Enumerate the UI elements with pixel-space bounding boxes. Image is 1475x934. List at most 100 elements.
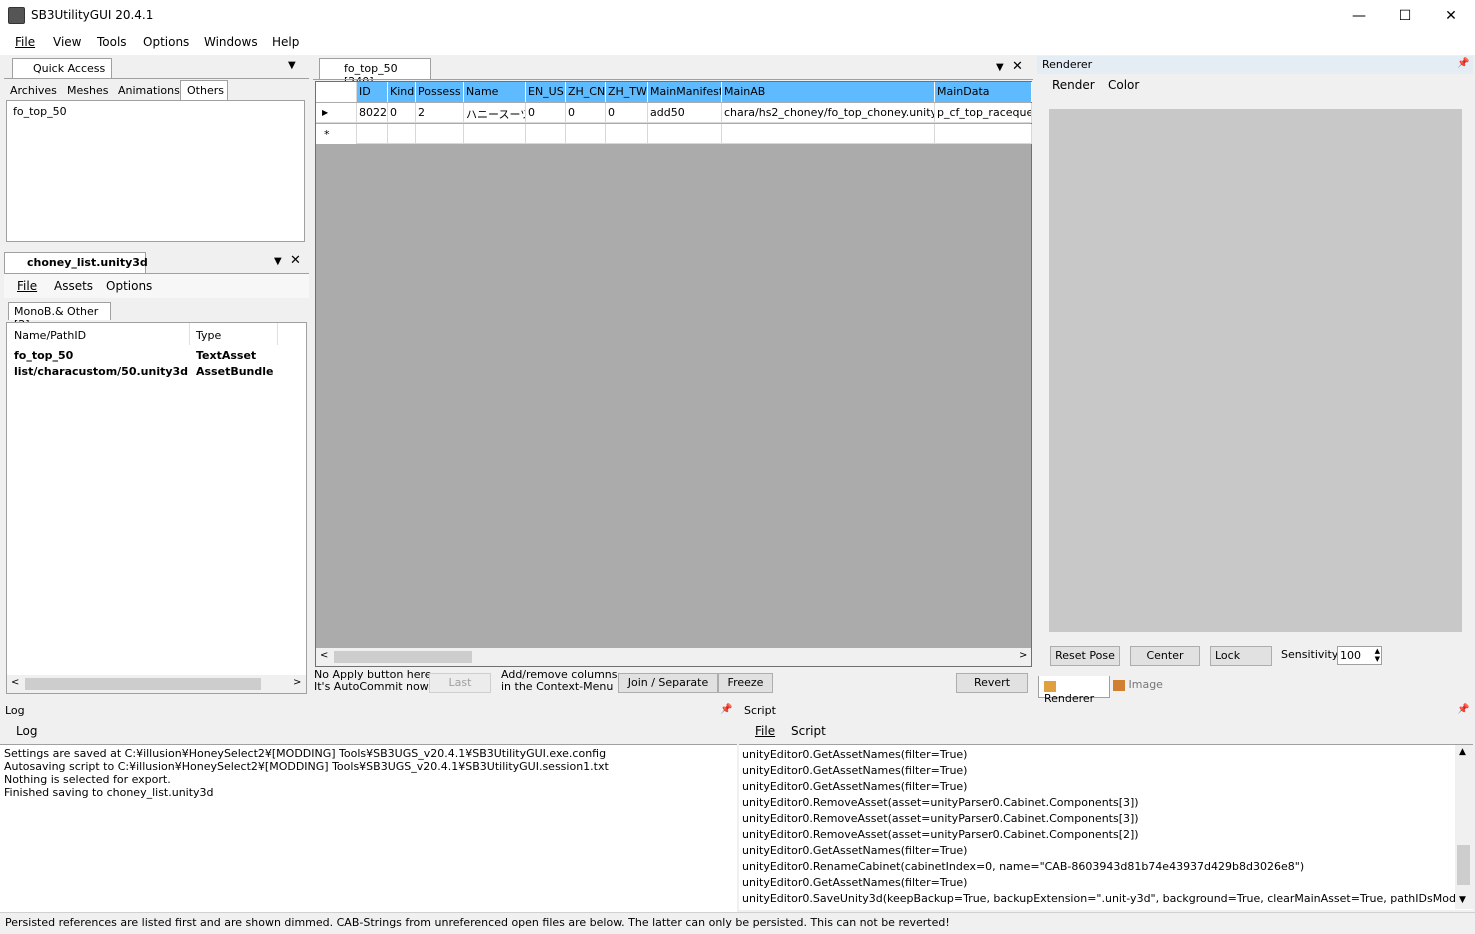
scroll-thumb[interactable] bbox=[334, 651, 472, 663]
tab-image[interactable]: Image bbox=[1113, 678, 1163, 691]
grid-cell[interactable]: 2 bbox=[416, 103, 464, 123]
menu-options[interactable]: Options bbox=[143, 35, 189, 49]
grid-cell[interactable]: 0 bbox=[388, 103, 416, 123]
scroll-thumb[interactable] bbox=[25, 678, 261, 690]
grid-cell[interactable]: 0 bbox=[606, 103, 648, 123]
menu-view[interactable]: View bbox=[53, 35, 81, 49]
pin-icon[interactable]: 📌 bbox=[720, 704, 732, 715]
menu-log[interactable]: Log bbox=[16, 724, 37, 738]
scroll-left-icon[interactable]: < bbox=[11, 677, 19, 688]
menu-tools[interactable]: Tools bbox=[97, 35, 127, 49]
subtab-others[interactable]: Others bbox=[180, 80, 228, 100]
close-button[interactable]: ✕ bbox=[1428, 0, 1474, 31]
join-separate-button[interactable]: Join / Separate bbox=[618, 673, 718, 693]
chevron-down-icon[interactable]: ▼ bbox=[288, 60, 296, 71]
grid-cell[interactable]: add50 bbox=[648, 103, 722, 123]
column-header[interactable]: ZH_TW bbox=[606, 82, 648, 102]
column-header[interactable]: MainManifest bbox=[648, 82, 722, 102]
last-button[interactable]: Last bbox=[429, 673, 491, 693]
grid-cell[interactable] bbox=[722, 124, 935, 144]
script-header: Script bbox=[739, 702, 1473, 720]
menu-windows[interactable]: Windows bbox=[204, 35, 258, 49]
column-header[interactable]: EN_US bbox=[526, 82, 566, 102]
tab-choney-list[interactable]: choney_list.unity3d bbox=[4, 252, 148, 273]
grid-cell[interactable]: ハニースーツ bbox=[464, 103, 526, 123]
horizontal-scrollbar[interactable]: < > bbox=[7, 675, 306, 693]
grid-cell[interactable] bbox=[464, 124, 526, 144]
scroll-down-icon[interactable]: ▼ bbox=[1459, 895, 1466, 905]
scroll-left-icon[interactable]: < bbox=[320, 650, 328, 661]
sensitivity-value[interactable]: 100 bbox=[1340, 649, 1361, 662]
grid-cell[interactable]: 0 bbox=[526, 103, 566, 123]
menu-render[interactable]: Render bbox=[1052, 78, 1095, 92]
subtab-animations[interactable]: Animations bbox=[118, 84, 180, 97]
grid-cell[interactable]: 0 bbox=[566, 103, 606, 123]
sensitivity-input[interactable]: 100 ▲ ▼ bbox=[1337, 646, 1382, 665]
grid-cell[interactable] bbox=[388, 124, 416, 144]
column-header[interactable]: MainAB bbox=[722, 82, 935, 102]
subtab-archives[interactable]: Archives bbox=[10, 84, 57, 97]
scroll-right-icon[interactable]: > bbox=[293, 677, 301, 688]
reset-pose-button[interactable]: Reset Pose bbox=[1050, 646, 1120, 666]
center-button[interactable]: Center bbox=[1130, 646, 1200, 666]
grid-cell[interactable] bbox=[566, 124, 606, 144]
grid-cell[interactable]: p_cf_top_racequeen bbox=[935, 103, 1032, 123]
scroll-right-icon[interactable]: > bbox=[1019, 650, 1027, 661]
lock-button[interactable]: Lock bbox=[1210, 646, 1272, 666]
asset-name[interactable]: fo_top_50 bbox=[14, 349, 73, 362]
column-header[interactable]: ZH_CN bbox=[566, 82, 606, 102]
maximize-button[interactable]: ☐ bbox=[1382, 0, 1428, 31]
menu-script[interactable]: Script bbox=[791, 724, 826, 738]
grid-cell[interactable] bbox=[357, 124, 388, 144]
grid-cell[interactable]: chara/hs2_choney/fo_top_choney.unity3d bbox=[722, 103, 935, 123]
list-item[interactable]: fo_top_50 bbox=[13, 105, 67, 118]
file-panel: choney_list.unity3d ▼ ✕ File Assets Opti… bbox=[4, 250, 309, 694]
menu-file[interactable]: File bbox=[15, 35, 35, 49]
menu-help[interactable]: Help bbox=[272, 35, 299, 49]
render-viewport[interactable] bbox=[1049, 109, 1462, 632]
row-selector-icon[interactable]: ▶ bbox=[316, 103, 357, 123]
grid-cell[interactable] bbox=[416, 124, 464, 144]
freeze-button[interactable]: Freeze bbox=[718, 673, 773, 693]
column-header-name[interactable]: Name/PathID bbox=[7, 323, 190, 345]
grid-cell[interactable] bbox=[606, 124, 648, 144]
column-header[interactable]: Possess bbox=[416, 82, 464, 102]
tab-fo-top-50[interactable]: fo_top_50 [240] bbox=[319, 58, 431, 88]
chevron-down-icon[interactable]: ▼ bbox=[274, 256, 282, 267]
grid-cell[interactable]: 8022 bbox=[357, 103, 388, 123]
renderer-icon bbox=[1044, 680, 1056, 692]
chevron-down-icon[interactable]: ▼ bbox=[996, 62, 1004, 73]
asset-name[interactable]: list/characustom/50.unity3d bbox=[14, 365, 188, 378]
menu-options[interactable]: Options bbox=[106, 279, 152, 293]
menu-file[interactable]: File bbox=[17, 279, 37, 293]
column-header[interactable]: MainData bbox=[935, 82, 1032, 102]
spinner-icon[interactable]: ▲ ▼ bbox=[1375, 647, 1380, 663]
tab-monob-other[interactable]: MonoB.& Other [2] bbox=[8, 302, 111, 331]
column-header[interactable]: Name bbox=[464, 82, 526, 102]
subtab-meshes[interactable]: Meshes bbox=[67, 84, 108, 97]
revert-button[interactable]: Revert bbox=[956, 673, 1028, 693]
menu-file[interactable]: File bbox=[755, 724, 775, 738]
window-title: SB3UtilityGUI 20.4.1 bbox=[31, 8, 154, 22]
column-header[interactable]: ID bbox=[357, 82, 388, 102]
grid-cell[interactable] bbox=[935, 124, 1032, 144]
pin-icon[interactable]: 📌 bbox=[1457, 58, 1469, 69]
vertical-scrollbar[interactable]: ▲ ▼ bbox=[1455, 745, 1473, 909]
log-textbox[interactable]: Settings are saved at C:¥illusion¥HoneyS… bbox=[0, 744, 737, 912]
grid-cell[interactable] bbox=[648, 124, 722, 144]
horizontal-scrollbar[interactable]: < > bbox=[316, 648, 1031, 666]
menu-color[interactable]: Color bbox=[1108, 78, 1139, 92]
grid-cell[interactable] bbox=[526, 124, 566, 144]
minimize-button[interactable]: — bbox=[1336, 0, 1382, 31]
scroll-up-icon[interactable]: ▲ bbox=[1459, 747, 1466, 757]
script-textbox[interactable]: unityEditor0.GetAssetNames(filter=True) … bbox=[739, 744, 1473, 910]
pin-icon[interactable]: 📌 bbox=[1457, 704, 1469, 715]
menu-assets[interactable]: Assets bbox=[54, 279, 93, 293]
column-header-type[interactable]: Type bbox=[190, 323, 278, 345]
close-icon[interactable]: ✕ bbox=[290, 253, 301, 268]
tab-quick-access[interactable]: Quick Access bbox=[12, 58, 112, 78]
tab-renderer[interactable]: Renderer bbox=[1038, 676, 1110, 705]
close-icon[interactable]: ✕ bbox=[1012, 59, 1023, 74]
column-header[interactable]: Kind bbox=[388, 82, 416, 102]
scroll-thumb[interactable] bbox=[1457, 845, 1470, 885]
